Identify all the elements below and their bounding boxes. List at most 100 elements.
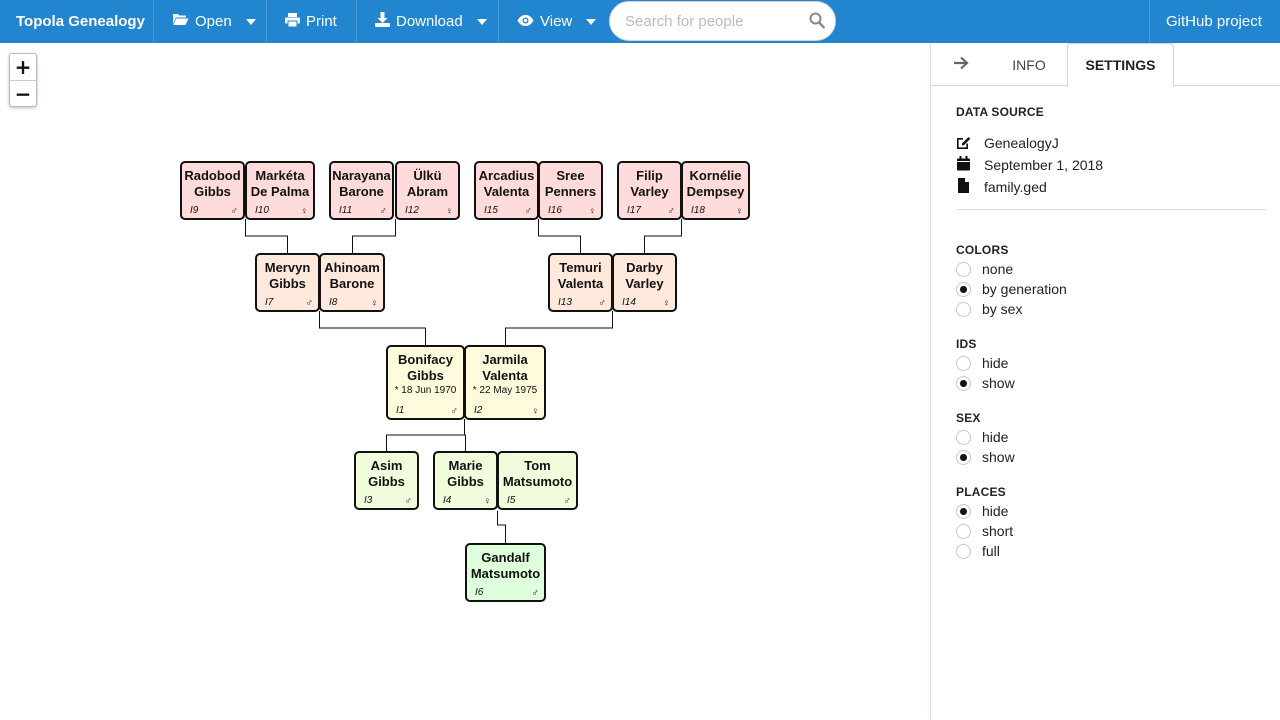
- person-card[interactable]: Marie Gibbs I4 ♀: [433, 451, 498, 510]
- places-option-hide[interactable]: hide: [956, 501, 1008, 521]
- tab-info[interactable]: INFO: [991, 43, 1067, 86]
- sex-option-hide[interactable]: hide: [956, 427, 1008, 447]
- download-menu[interactable]: Download: [375, 0, 487, 43]
- person-card[interactable]: Gandalf Matsumoto I6 ♂: [465, 543, 546, 602]
- female-icon: ♀: [662, 298, 671, 309]
- colors-option-by-generation[interactable]: by generation: [956, 279, 1067, 299]
- open-menu[interactable]: Open: [172, 0, 256, 43]
- birth-date: * 18 Jun 1970: [394, 385, 457, 396]
- family-chart[interactable]: Radobod Gibbs I9 ♂ Markéta De Palma I10 ♀ …: [0, 43, 930, 720]
- person-id: I8: [329, 297, 338, 308]
- person-card[interactable]: Kornélie Dempsey I18 ♀: [681, 161, 750, 220]
- github-link[interactable]: GitHub project: [1166, 0, 1262, 43]
- person-id: I3: [364, 495, 373, 506]
- person-first-name: Arcadius: [478, 168, 535, 183]
- person-id: I13: [558, 297, 572, 308]
- person-card[interactable]: Ahinoam Barone I8 ♀: [319, 253, 385, 312]
- divider: [1149, 0, 1150, 43]
- female-icon: ♀: [483, 496, 492, 507]
- ids-option-show[interactable]: show: [956, 373, 1015, 393]
- person-card[interactable]: Filip Varley I17 ♂: [617, 161, 682, 220]
- person-card[interactable]: Radobod Gibbs I9 ♂: [180, 161, 245, 220]
- person-card[interactable]: Arcadius Valenta I15 ♂: [474, 161, 539, 220]
- male-icon: ♂: [379, 206, 388, 217]
- radio-none[interactable]: [956, 261, 971, 277]
- person-card[interactable]: Jarmila Valenta * 22 May 1975 I2 ♀: [464, 345, 546, 420]
- person-first-name: Marie: [448, 458, 483, 473]
- zoom-in-button[interactable]: +: [10, 54, 36, 80]
- author-text: GenealogyJ: [984, 135, 1059, 151]
- person-id: I12: [405, 205, 419, 216]
- female-icon: ♀: [735, 206, 744, 217]
- person-card[interactable]: Tom Matsumoto I5 ♂: [497, 451, 578, 510]
- person-id: I10: [255, 205, 269, 216]
- person-first-name: Asim: [370, 458, 403, 473]
- radio-sex-hide[interactable]: [956, 429, 971, 445]
- person-card[interactable]: Narayana Barone I11 ♂: [329, 161, 394, 220]
- person-card[interactable]: Sree Penners I16 ♀: [538, 161, 603, 220]
- person-first-name: Ahinoam: [324, 260, 380, 275]
- caret-down-icon: [586, 18, 597, 25]
- places-option-full[interactable]: full: [956, 541, 1000, 561]
- divider: [498, 0, 499, 43]
- divider: [153, 0, 154, 43]
- person-card[interactable]: Ülkü Abram I12 ♀: [395, 161, 460, 220]
- female-icon: ♀: [370, 298, 379, 309]
- person-card[interactable]: Asim Gibbs I3 ♂: [354, 451, 419, 510]
- person-first-name: Bonifacy: [398, 352, 453, 367]
- male-icon: ♂: [524, 206, 533, 217]
- radio-sex-show[interactable]: [956, 449, 971, 465]
- radio-places-hide[interactable]: [956, 503, 971, 519]
- person-card[interactable]: Bonifacy Gibbs * 18 Jun 1970 I1 ♂: [386, 345, 465, 420]
- edit-icon: [956, 135, 984, 152]
- radio-places-full[interactable]: [956, 543, 971, 559]
- person-id: I5: [507, 495, 516, 506]
- person-first-name: Kornélie: [689, 168, 742, 183]
- person-last-name: Varley: [625, 276, 664, 291]
- tab-settings[interactable]: SETTINGS: [1067, 43, 1174, 87]
- calendar-icon: [956, 156, 984, 174]
- person-card[interactable]: Mervyn Gibbs I7 ♂: [255, 253, 320, 312]
- arrow-right-icon: [953, 56, 969, 73]
- person-id: I1: [396, 405, 405, 416]
- female-icon: ♀: [300, 206, 309, 217]
- radio-by-sex[interactable]: [956, 301, 971, 317]
- person-card[interactable]: Temuri Valenta I13 ♂: [548, 253, 613, 312]
- male-icon: ♂: [305, 298, 314, 309]
- male-icon: ♂: [450, 406, 459, 417]
- panel-tabs: INFO SETTINGS: [931, 43, 1280, 87]
- person-last-name: Gibbs: [407, 368, 444, 383]
- person-first-name: Gandalf: [481, 550, 530, 565]
- view-menu[interactable]: View: [517, 0, 597, 43]
- colors-option-none[interactable]: none: [956, 259, 1013, 279]
- data-source-date: September 1, 2018: [956, 155, 1103, 175]
- zoom-out-button[interactable]: −: [10, 80, 36, 106]
- print-button[interactable]: Print: [285, 0, 337, 43]
- person-card[interactable]: Darby Varley I14 ♀: [612, 253, 677, 312]
- collapse-panel-button[interactable]: [931, 43, 991, 86]
- data-source-author: GenealogyJ: [956, 133, 1059, 153]
- person-card[interactable]: Markéta De Palma I10 ♀: [245, 161, 315, 220]
- app-title[interactable]: Topola Genealogy: [16, 0, 145, 43]
- person-id: I11: [339, 205, 353, 216]
- folder-open-icon: [172, 13, 189, 30]
- search-input[interactable]: [625, 11, 805, 31]
- radio-ids-show[interactable]: [956, 375, 971, 391]
- person-first-name: Tom: [524, 458, 551, 473]
- places-option-short[interactable]: short: [956, 521, 1013, 541]
- radio-by-generation[interactable]: [956, 281, 971, 297]
- sex-option-show[interactable]: show: [956, 447, 1015, 467]
- ids-option-hide[interactable]: hide: [956, 353, 1008, 373]
- person-id: I17: [627, 205, 641, 216]
- divider: [356, 0, 357, 43]
- radio-places-short[interactable]: [956, 523, 971, 539]
- colors-option-by-sex[interactable]: by sex: [956, 299, 1022, 319]
- eye-icon: [517, 13, 534, 30]
- female-icon: ♀: [445, 206, 454, 217]
- search-icon[interactable]: [809, 12, 825, 33]
- radio-ids-hide[interactable]: [956, 355, 971, 371]
- person-last-name: Varley: [630, 184, 669, 199]
- birth-date: * 22 May 1975: [472, 385, 538, 396]
- search-box: [609, 1, 836, 41]
- person-last-name: Gibbs: [269, 276, 306, 291]
